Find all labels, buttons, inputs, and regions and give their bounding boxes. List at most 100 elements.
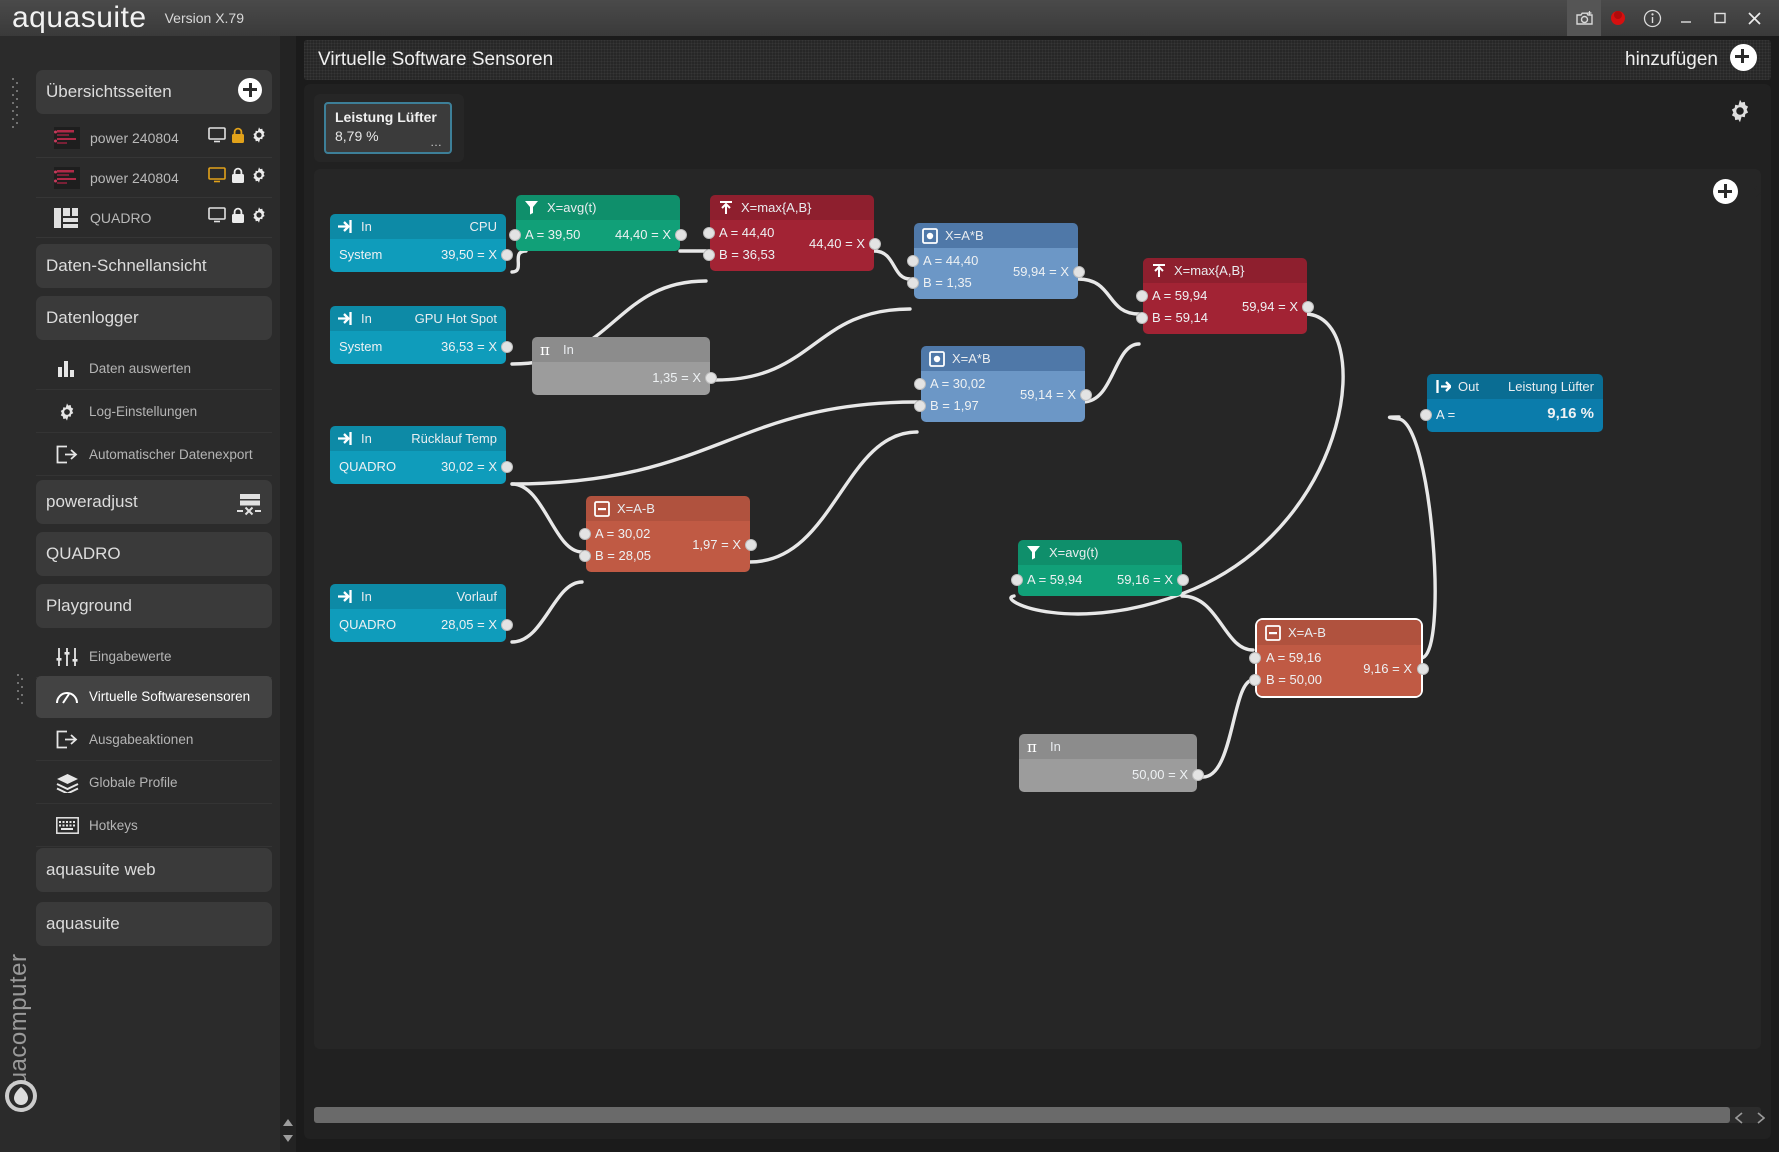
node-in-vorlauf[interactable]: In Vorlauf QUADRO 28,05 = X bbox=[330, 584, 513, 642]
triangle-down-icon[interactable] bbox=[283, 1135, 293, 1142]
sidebar-item-poweradjust[interactable]: poweradjust bbox=[36, 480, 272, 524]
input-port-a[interactable] bbox=[579, 528, 591, 540]
output-port[interactable] bbox=[1417, 663, 1429, 675]
keyboard-icon bbox=[54, 817, 80, 834]
sidebar-item-quickview[interactable]: Daten-Schnellansicht bbox=[36, 244, 272, 288]
maximize-icon[interactable] bbox=[1703, 0, 1737, 36]
output-port[interactable] bbox=[745, 539, 757, 551]
input-port-b[interactable] bbox=[1136, 312, 1148, 324]
triangle-up-icon[interactable] bbox=[283, 1119, 293, 1126]
info-icon[interactable] bbox=[1635, 0, 1669, 36]
minimize-icon[interactable] bbox=[1669, 0, 1703, 36]
sidebar-section-overview[interactable]: Übersichtsseiten bbox=[36, 70, 272, 114]
node-out-leistung-luefter[interactable]: Out Leistung Lüfter A = 9,16 % bbox=[1420, 374, 1603, 432]
input-port-b[interactable] bbox=[907, 277, 919, 289]
node-title: Out bbox=[1458, 379, 1479, 394]
input-port-b[interactable] bbox=[1249, 674, 1261, 686]
sensor-preview-card[interactable]: Leistung Lüfter 8,79 % … bbox=[324, 102, 452, 154]
node-in-ruecklauf-temp[interactable]: In Rücklauf Temp QUADRO 30,02 = X bbox=[330, 426, 513, 484]
resize-arrows-icon[interactable] bbox=[1735, 1112, 1765, 1124]
output-port[interactable] bbox=[675, 229, 687, 241]
sidebar-item-aquasuite[interactable]: aquasuite bbox=[36, 902, 272, 946]
lock-icon[interactable] bbox=[231, 207, 245, 229]
output-port[interactable] bbox=[501, 619, 513, 631]
sidebar-item-virtuelle-softwaresensoren[interactable]: Virtuelle Softwaresensoren bbox=[36, 676, 272, 718]
scrollbar-thumb[interactable] bbox=[314, 1107, 1730, 1123]
add-sensor-label[interactable]: hinzufügen bbox=[1625, 49, 1718, 71]
input-port-a[interactable] bbox=[1011, 574, 1023, 586]
node-avg-1[interactable]: X=avg(t) A = 39,50 44,40 = X bbox=[509, 195, 687, 251]
sidebar-item-hotkeys[interactable]: Hotkeys bbox=[36, 805, 272, 847]
output-port[interactable] bbox=[1302, 301, 1314, 313]
output-port[interactable] bbox=[1192, 769, 1204, 781]
input-port-a[interactable] bbox=[703, 227, 715, 239]
input-port-a[interactable] bbox=[907, 255, 919, 267]
node-max-1[interactable]: X=max{A,B} A = 44,40 B = 36,53 44,40 = X bbox=[703, 195, 881, 271]
lock-icon[interactable] bbox=[231, 167, 245, 189]
node-in-cpu[interactable]: In CPU System 39,50 = X bbox=[330, 214, 513, 272]
nav-drag-grip[interactable] bbox=[17, 672, 31, 712]
sidebar-item-datenexport[interactable]: Automatischer Datenexport bbox=[36, 434, 272, 476]
sidebar-item-log-einstellungen[interactable]: Log-Einstellungen bbox=[36, 391, 272, 433]
gear-icon[interactable] bbox=[250, 166, 268, 189]
input-port-b[interactable] bbox=[579, 550, 591, 562]
monitor-icon[interactable] bbox=[208, 127, 226, 148]
sidebar-item-playground[interactable]: Playground bbox=[36, 584, 272, 628]
node-graph[interactable]: In CPU System 39,50 = X In GPU Hot Spot bbox=[314, 169, 1761, 1049]
sidebar-item-datalogger[interactable]: Datenlogger bbox=[36, 296, 272, 340]
input-port-a[interactable] bbox=[1136, 290, 1148, 302]
input-port-a[interactable] bbox=[1249, 652, 1261, 664]
monitor-orange-icon[interactable] bbox=[208, 167, 226, 188]
output-port[interactable] bbox=[501, 461, 513, 473]
input-port-a[interactable] bbox=[914, 378, 926, 390]
node-sub-2[interactable]: X=A-B A = 59,16 B = 50,00 9,16 = X bbox=[1249, 620, 1429, 696]
output-port[interactable] bbox=[1073, 266, 1085, 278]
sidebar-item-quadro[interactable]: QUADRO bbox=[36, 532, 272, 576]
graph-add-icon[interactable] bbox=[1713, 179, 1738, 209]
lock-orange-icon[interactable] bbox=[231, 127, 245, 149]
add-sensor-icon[interactable] bbox=[1730, 44, 1757, 76]
screenshot-icon[interactable] bbox=[1567, 0, 1601, 36]
input-port-a[interactable] bbox=[1420, 409, 1432, 421]
input-arrow-icon bbox=[337, 310, 354, 327]
page-row-power-2[interactable]: power 240804 bbox=[36, 158, 272, 198]
sidebar-item-ausgabeaktionen[interactable]: Ausgabeaktionen bbox=[36, 719, 272, 761]
input-port-b[interactable] bbox=[914, 400, 926, 412]
close-icon[interactable] bbox=[1737, 0, 1771, 36]
page-row-quadro[interactable]: QUADRO bbox=[36, 198, 272, 238]
output-port[interactable] bbox=[869, 238, 881, 250]
input-port-b[interactable] bbox=[703, 249, 715, 261]
node-const-135[interactable]: π In 1,35 = X bbox=[532, 337, 717, 395]
gear-icon[interactable] bbox=[250, 206, 268, 229]
output-port[interactable] bbox=[1177, 574, 1189, 586]
node-mul-1[interactable]: X=A*B A = 44,40 B = 1,35 59,94 = X bbox=[907, 223, 1085, 299]
sidebar-scrollbar[interactable] bbox=[280, 36, 296, 1152]
canvas-horizontal-scrollbar[interactable] bbox=[314, 1107, 1761, 1123]
output-port[interactable] bbox=[501, 341, 513, 353]
red-dot-icon[interactable] bbox=[1601, 0, 1635, 36]
sidebar-item-globale-profile[interactable]: Globale Profile bbox=[36, 762, 272, 804]
node-const-5000[interactable]: π In 50,00 = X bbox=[1019, 734, 1204, 792]
canvas-settings-gear-icon[interactable] bbox=[1727, 98, 1753, 129]
preview-overflow-icon[interactable]: … bbox=[430, 135, 442, 149]
output-port[interactable] bbox=[705, 372, 717, 384]
node-avg-2[interactable]: X=avg(t) A = 59,94 59,16 = X bbox=[1011, 540, 1189, 596]
sidebar-item-aquasuite-web[interactable]: aquasuite web bbox=[36, 848, 272, 892]
funnel-icon bbox=[1025, 544, 1042, 561]
node-sub-1[interactable]: X=A-B A = 30,02 B = 28,05 1,97 = X bbox=[579, 496, 757, 572]
output-port[interactable] bbox=[501, 249, 513, 261]
monitor-icon[interactable] bbox=[208, 207, 226, 228]
input-port-a[interactable] bbox=[509, 229, 521, 241]
node-mul-2[interactable]: X=A*B A = 30,02 B = 1,97 59,14 = X bbox=[914, 346, 1092, 422]
sidebar-item-eingabewerte[interactable]: Eingabewerte bbox=[36, 636, 272, 678]
page-row-power-1[interactable]: power 240804 bbox=[36, 118, 272, 158]
device-icon bbox=[236, 493, 262, 522]
sidebar: Übersichtsseiten power 240804 power 2408… bbox=[0, 36, 296, 1152]
output-port[interactable] bbox=[1080, 389, 1092, 401]
sidebar-item-daten-auswerten[interactable]: Daten auswerten bbox=[36, 348, 272, 390]
add-overview-page-icon[interactable] bbox=[238, 77, 262, 107]
node-in-gpu-hot-spot[interactable]: In GPU Hot Spot System 36,53 = X bbox=[330, 306, 513, 364]
sidebar-drag-grip[interactable] bbox=[12, 76, 26, 146]
node-max-2[interactable]: X=max{A,B} A = 59,94 B = 59,14 59,94 = X bbox=[1136, 258, 1314, 334]
gear-icon[interactable] bbox=[250, 126, 268, 149]
